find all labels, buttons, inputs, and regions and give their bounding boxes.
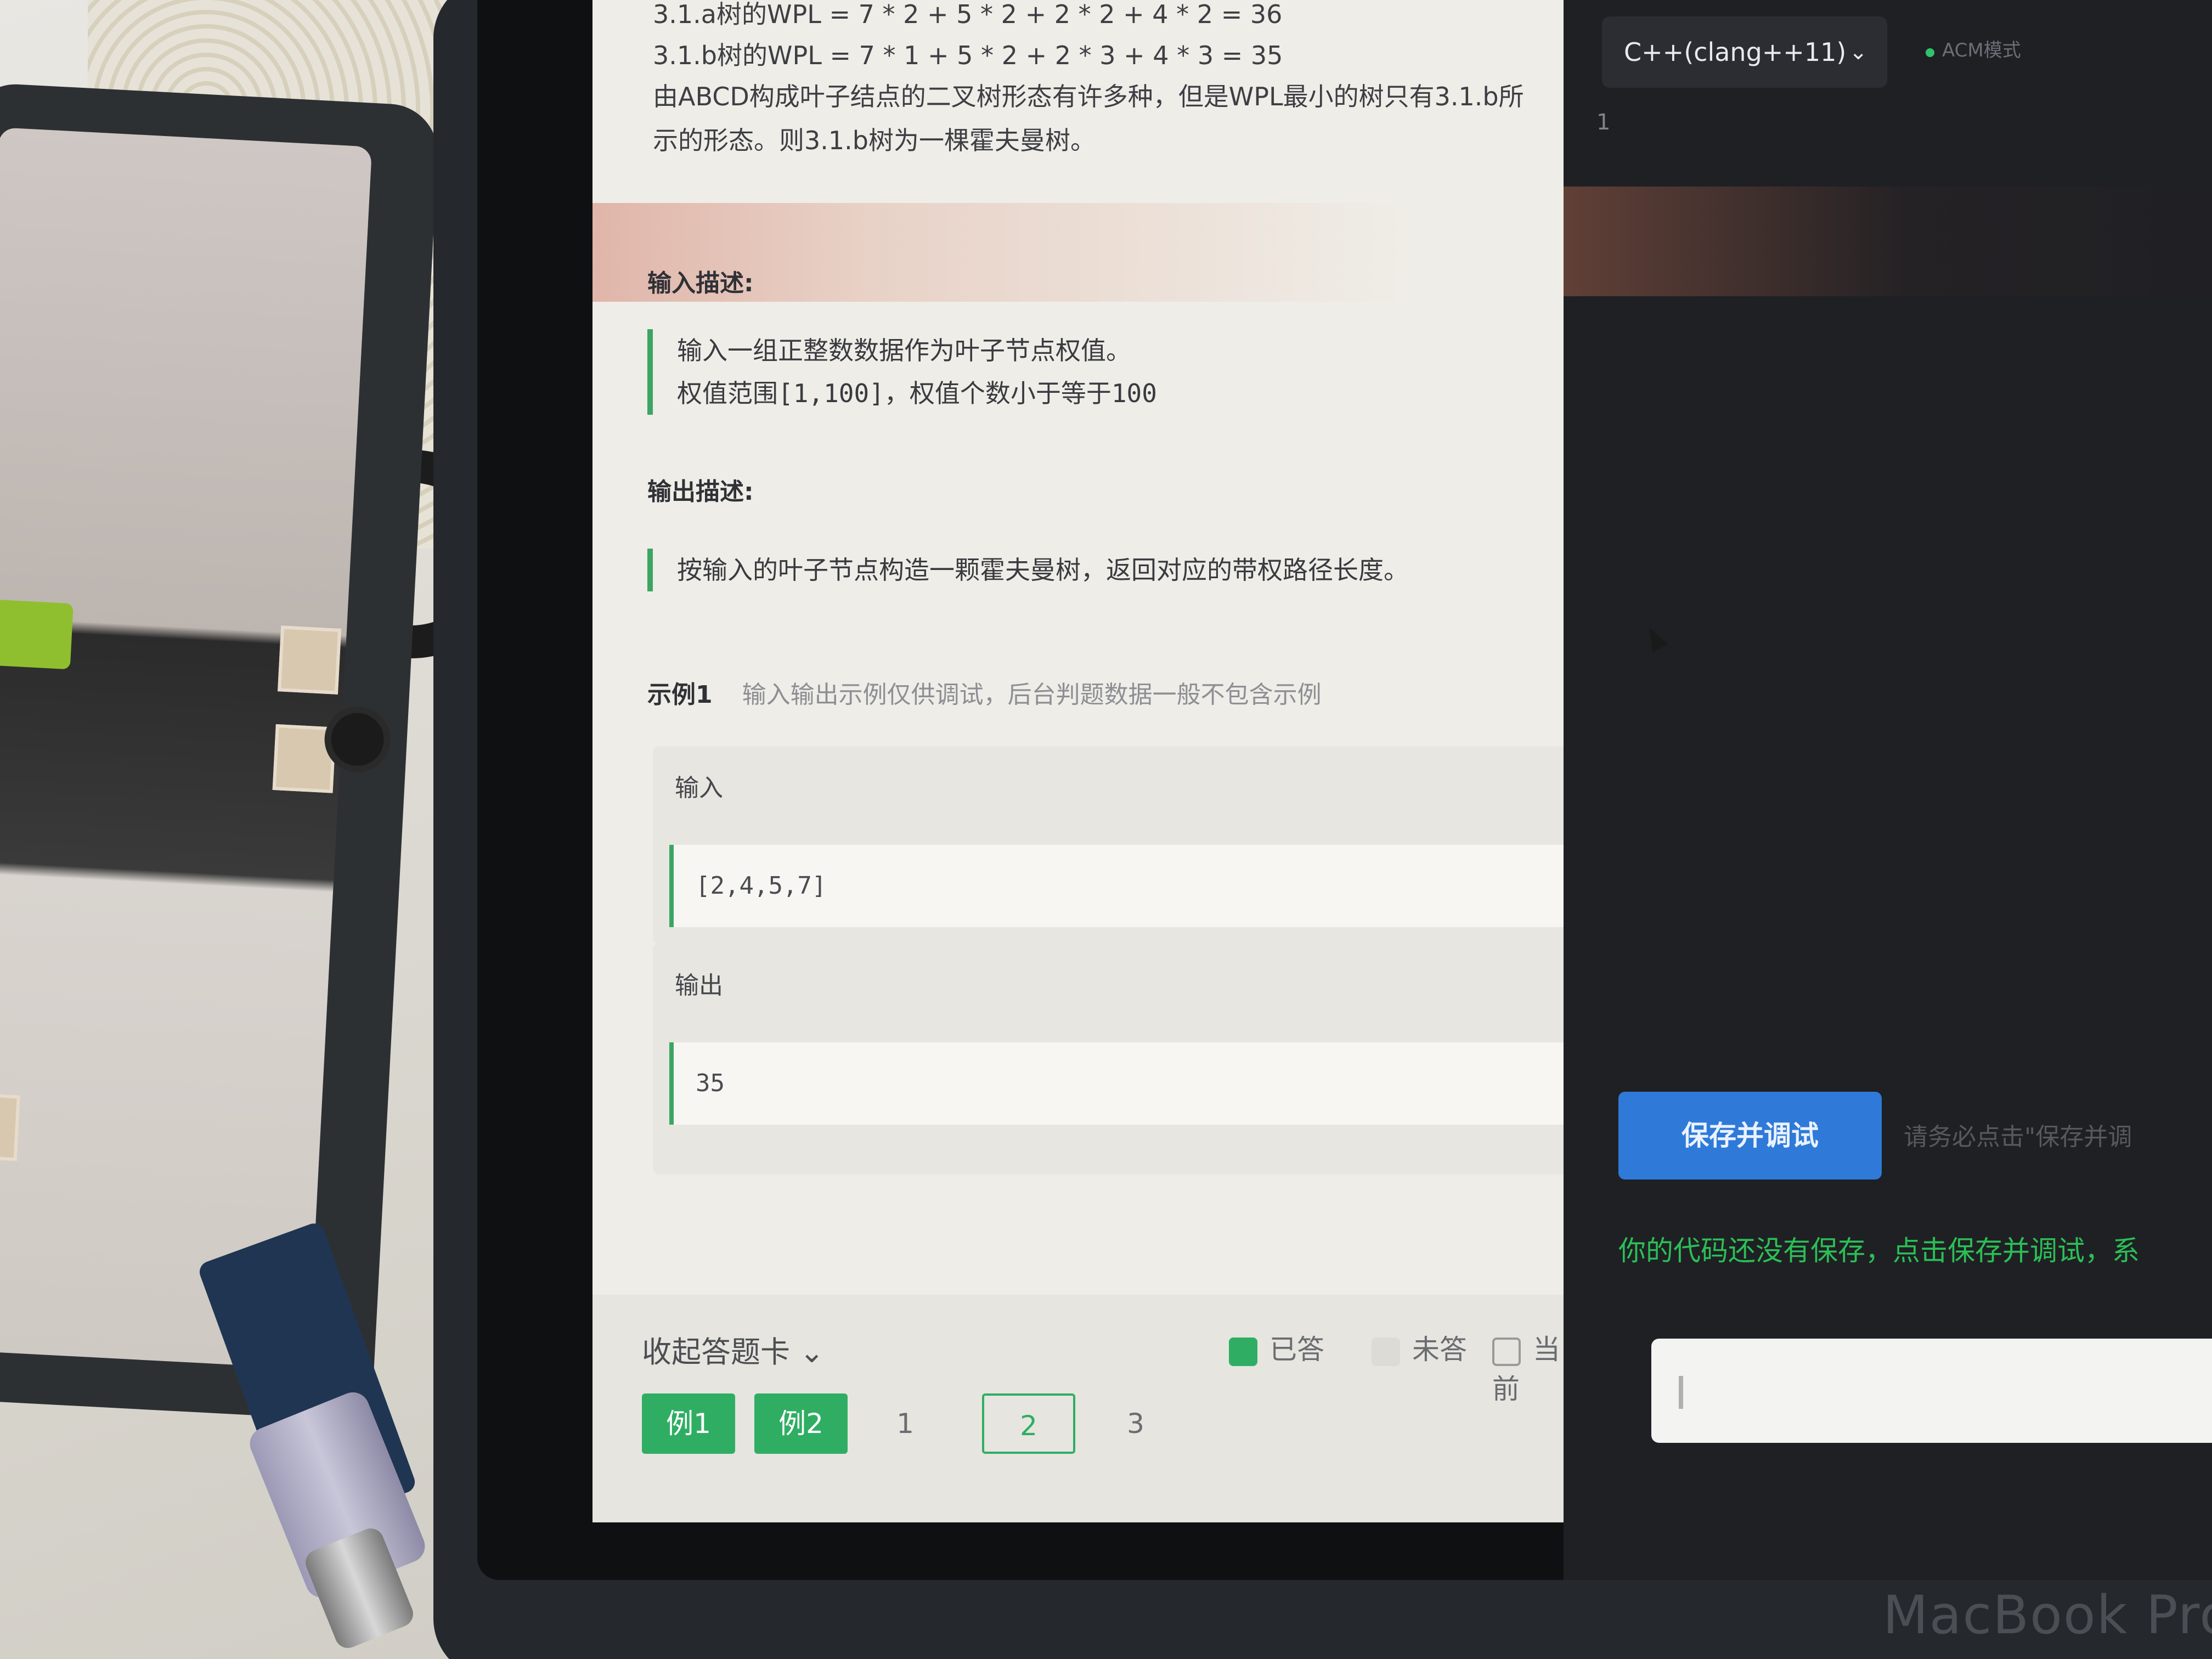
example-output-block: 输出 复制 35 [653,944,1564,1174]
description-line-1: 由ABCD构成叶子结点的二叉树形态有许多种，但是WPL最小的树只有3.1.b所 [653,82,1524,111]
example-hint: 输入输出示例仅供调试，后台判题数据一般不包含示例 [742,681,1322,709]
unsaved-code-notice: 你的代码还没有保存，点击保存并调试，系 [1618,1235,2140,1267]
example-input-label: 输入 [675,774,723,802]
question-button-example-1[interactable]: 例1 [642,1393,735,1454]
answer-card: 收起答题卡 ⌄ 已答 未答 当前 例1 例2 1 2 3 [592,1295,1564,1522]
save-tip-text: 请务必点击"保存并调 [1904,1123,2132,1151]
tablet-green-tag [0,598,74,670]
text-caret [1679,1376,1683,1409]
example-label: 示例1 [647,681,713,709]
example-input-value: [2,4,5,7] [669,845,1564,927]
input-description-title: 输入描述: [647,269,754,297]
unanswered-swatch [1372,1337,1400,1366]
legend-unanswered-label: 未答 [1412,1334,1467,1365]
question-button-example-2[interactable]: 例2 [754,1393,848,1454]
input-description-line-1: 输入一组正整数数据作为叶子节点权值。 [677,336,1131,365]
chevron-down-icon: ⌄ [799,1335,825,1369]
laptop-screen: 3.1.a树的WPL = 7 * 2 + 5 * 2 + 2 * 2 + 4 *… [477,0,2212,1580]
question-button-1[interactable]: 1 [872,1393,938,1454]
avatar [0,1092,20,1161]
collapse-answer-card-toggle[interactable]: 收起答题卡 ⌄ [642,1328,824,1371]
mode-status-dot [1926,48,1934,57]
example-output-label: 输出 [675,972,723,1000]
output-description-line-1: 按输入的叶子节点构造一颗霍夫曼树，返回对应的带权路径长度。 [677,555,1409,585]
example-input-block: 输入 复制 [2,4,5,7] [653,746,1564,944]
legend-answered-label: 已答 [1269,1334,1324,1365]
question-button-2[interactable]: 2 [982,1393,1075,1454]
legend-answered: 已答 [1229,1328,1324,1367]
example-header: 示例1 输入输出示例仅供调试，后台判题数据一般不包含示例 [647,675,1322,710]
chevron-down-icon: ⌄ [1849,40,1867,65]
save-and-debug-button[interactable]: 保存并调试 [1618,1092,1882,1180]
current-swatch [1492,1337,1521,1366]
question-button-3[interactable]: 3 [1103,1393,1169,1454]
screen-glare [1564,187,2212,296]
laptop-brand: MacBook Pro [1882,1584,2212,1646]
output-description: 按输入的叶子节点构造一颗霍夫曼树，返回对应的带权路径长度。 [647,549,1409,591]
laptop: 3.1.a树的WPL = 7 * 2 + 5 * 2 + 2 * 2 + 4 *… [433,0,2212,1659]
mode-status-text: ACM模式 [1942,40,2021,61]
debug-input-field[interactable] [1651,1339,2212,1443]
example-output-value: 35 [669,1042,1564,1125]
language-select[interactable]: C++(clang++11) ⌄ [1602,16,1887,88]
wpl-line-a: 3.1.a树的WPL = 7 * 2 + 5 * 2 + 2 * 2 + 4 *… [653,0,1283,29]
line-number: 1 [1596,110,1611,135]
tablet-screen [0,127,373,1369]
wpl-line-b: 3.1.b树的WPL = 7 * 1 + 5 * 2 + 2 * 3 + 4 *… [653,41,1283,70]
problem-panel: 3.1.a树的WPL = 7 * 2 + 5 * 2 + 2 * 2 + 4 *… [592,0,1564,1522]
legend-current: 当前 [1492,1328,1564,1407]
code-editor-panel: C++(clang++11) ⌄ ACM模式 1 保存并调试 请务必点击"保存并… [1564,0,2212,1580]
legend-unanswered: 未答 [1372,1328,1467,1367]
description-line-2: 示的形态。则3.1.b树为一棵霍夫曼树。 [653,126,1096,155]
avatar [278,625,342,695]
input-description-line-2: 权值范围[1,100]，权值个数小于等于100 [677,379,1157,408]
language-value: C++(clang++11) [1624,37,1847,67]
input-description: 输入一组正整数数据作为叶子节点权值。 权值范围[1,100]，权值个数小于等于1… [647,329,1157,415]
output-description-title: 输出描述: [647,478,754,506]
answered-swatch [1229,1337,1257,1366]
collapse-label: 收起答题卡 [642,1335,790,1369]
tablet-device [0,82,441,1421]
